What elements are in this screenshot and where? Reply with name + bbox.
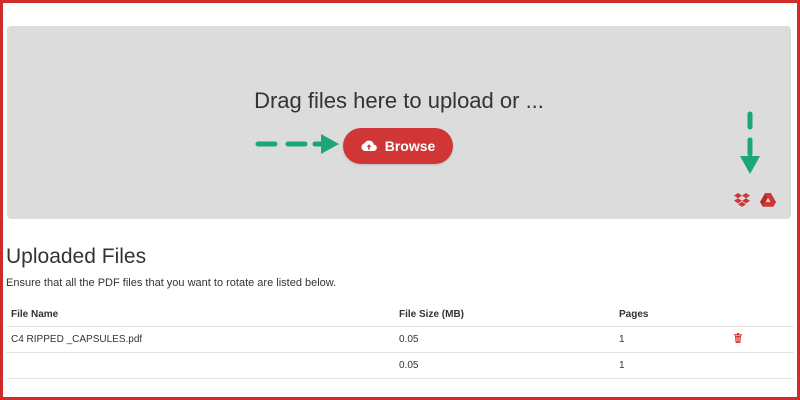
file-drop-zone[interactable]: Drag files here to upload or ... Browse (7, 26, 791, 219)
file-name-cell: C4 RIPPED _CAPSULES.pdf (6, 326, 394, 353)
google-drive-icon[interactable] (759, 191, 777, 209)
browse-button[interactable]: Browse (343, 128, 453, 164)
row-actions-cell (728, 326, 794, 353)
column-header-file-size: File Size (MB) (394, 304, 614, 327)
row-actions-cell (728, 352, 794, 379)
column-header-file-name: File Name (6, 304, 394, 327)
page-count-cell: 1 (614, 352, 728, 379)
table-row: 0.05 1 (6, 352, 794, 379)
file-size-cell: 0.05 (394, 352, 614, 379)
cloud-upload-icon (361, 140, 377, 152)
drop-zone-title: Drag files here to upload or ... (254, 88, 544, 113)
table-header-row: File Name File Size (MB) Pages (6, 304, 794, 327)
app-frame: Drag files here to upload or ... Browse (3, 3, 797, 397)
file-size-cell: 0.05 (394, 326, 614, 353)
browse-button-label: Browse (384, 138, 436, 154)
uploaded-files-title: Uploaded Files (6, 245, 147, 268)
page-count-cell: 1 (614, 326, 728, 353)
column-header-pages: Pages (614, 304, 728, 327)
table-row: C4 RIPPED _CAPSULES.pdf 0.05 1 (6, 326, 794, 353)
trash-icon[interactable] (733, 332, 743, 343)
file-name-cell (6, 352, 394, 379)
cloud-source-buttons (733, 191, 777, 209)
dropbox-icon[interactable] (733, 191, 751, 209)
uploaded-files-description: Ensure that all the PDF files that you w… (6, 277, 337, 289)
uploaded-files-table: File Name File Size (MB) Pages C4 RIPPED… (6, 304, 794, 379)
column-header-actions (728, 304, 794, 327)
